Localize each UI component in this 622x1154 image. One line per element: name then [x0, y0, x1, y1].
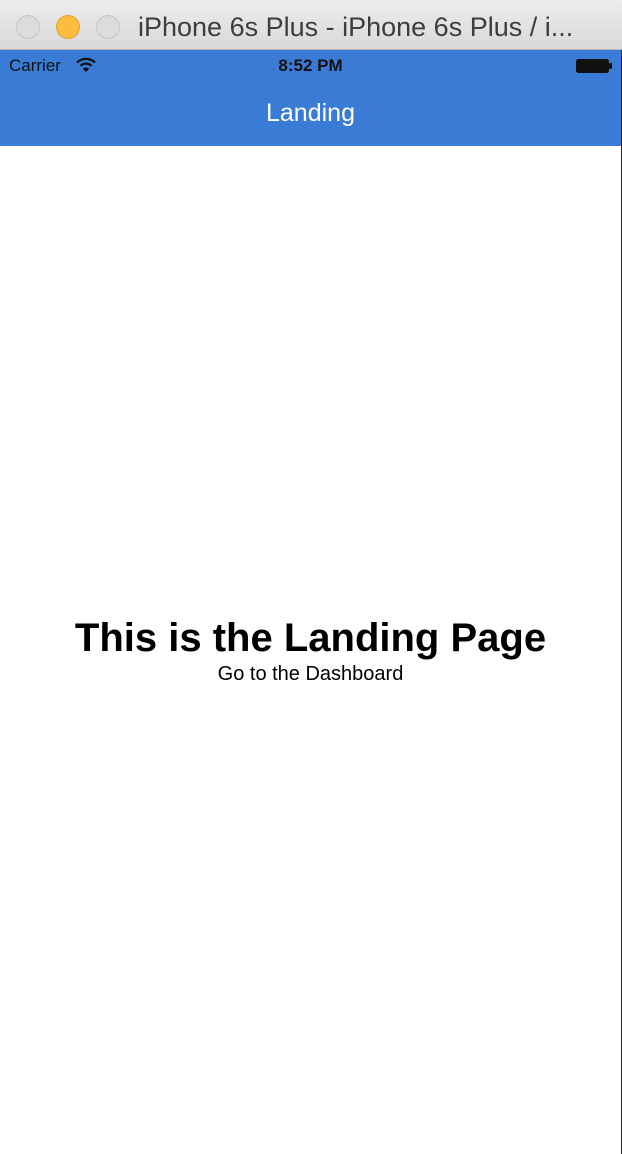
window-titlebar[interactable]: iPhone 6s Plus - iPhone 6s Plus / i...: [0, 0, 622, 50]
status-time: 8:52 PM: [278, 56, 343, 75]
simulator-window: iPhone 6s Plus - iPhone 6s Plus / i... C…: [0, 0, 622, 1154]
dashboard-link[interactable]: Go to the Dashboard: [0, 663, 621, 686]
window-title: iPhone 6s Plus - iPhone 6s Plus / i...: [138, 12, 574, 42]
page-heading: This is the Landing Page: [74, 616, 547, 660]
close-window-button[interactable]: [16, 15, 40, 39]
zoom-window-button[interactable]: [96, 15, 120, 39]
nav-title: Landing: [266, 99, 355, 127]
battery-icon: [576, 59, 612, 73]
minimize-window-button[interactable]: [56, 15, 80, 39]
ios-header: Carrier 8:52 PM Landing: [0, 50, 621, 146]
main-content: This is the Landing Page Go to the Dashb…: [0, 146, 621, 1154]
